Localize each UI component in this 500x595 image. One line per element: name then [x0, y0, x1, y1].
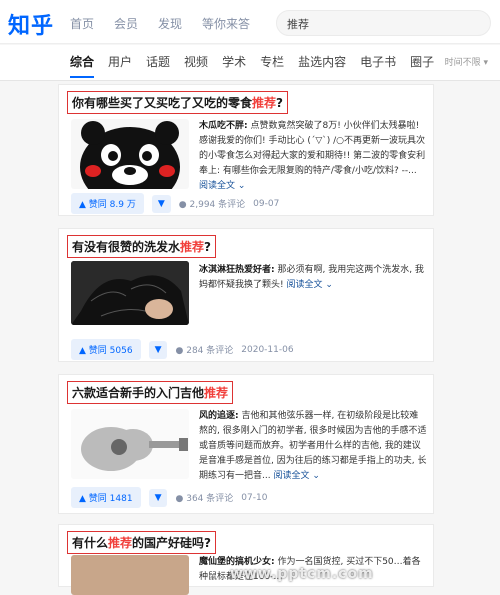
comments-link[interactable]: ● 284 条评论	[175, 343, 233, 356]
result-actions: ▲ 赞同 1481 ▼ ● 364 条评论 07-10	[71, 487, 267, 508]
search-result-card: 六款适合新手的入门吉他推荐 风的追逐: 吉他和其他弦乐器一样, 在初级阶段是比较…	[58, 374, 434, 514]
result-actions: ▲ 赞同 5056 ▼ ● 284 条评论 2020-11-06	[71, 339, 294, 360]
author-name[interactable]: 冰淇淋狂热爱好者:	[199, 265, 275, 275]
zhihu-logo[interactable]: 知乎	[8, 8, 54, 40]
result-title[interactable]: 六款适合新手的入门吉他推荐	[67, 381, 234, 404]
result-title[interactable]: 你有哪些买了又买吃了又吃的零食推荐?	[67, 91, 288, 114]
comment-icon: ●	[175, 346, 184, 356]
main-nav: 首页 会员 发现 等你来答	[70, 15, 250, 32]
result-title[interactable]: 有什么推荐的国产好硅吗?	[67, 531, 216, 554]
upvote-button[interactable]: ▲ 赞同 1481	[71, 487, 141, 508]
search-tabbar: 综合 用户 话题 视频 学术 专栏 盐选内容 电子书 圈子 时间不限 ▾	[0, 45, 500, 81]
tab-users[interactable]: 用户	[108, 53, 132, 78]
downvote-button[interactable]: ▼	[151, 194, 171, 213]
search-result-card: 你有哪些买了又买吃了又吃的零食推荐? 木瓜吃不胖: 点赞数竟然突破了8万! 小伙…	[58, 84, 434, 216]
result-excerpt: 木瓜吃不胖: 点赞数竟然突破了8万! 小伙伴们太残暴啦! 感谢我爱的你们! 手动…	[199, 121, 426, 191]
read-more-link[interactable]: 阅读全文 ⌄	[199, 181, 245, 191]
result-thumbnail[interactable]	[71, 409, 189, 479]
tab-ebooks[interactable]: 电子书	[360, 53, 396, 78]
search-input[interactable]: 推荐	[276, 10, 491, 36]
nav-discover[interactable]: 发现	[158, 15, 182, 32]
search-result-card: 有没有很赞的洗发水推荐? 冰淇淋狂热爱好者: 那必须有啊, 我用完这两个洗发水,…	[58, 228, 434, 362]
watermark: www.pptcm.com	[230, 566, 374, 582]
result-date: 07-10	[241, 492, 268, 503]
result-date: 09-07	[253, 198, 280, 209]
result-thumbnail[interactable]	[71, 261, 189, 325]
result-title[interactable]: 有没有很赞的洗发水推荐?	[67, 235, 216, 258]
comment-icon: ●	[178, 200, 187, 210]
upvote-button[interactable]: ▲ 赞同 8.9 万	[71, 193, 144, 214]
comment-icon: ●	[175, 494, 184, 504]
result-actions: ▲ 赞同 8.9 万 ▼ ● 2,994 条评论 09-07	[71, 193, 279, 214]
tab-columns[interactable]: 专栏	[260, 53, 284, 78]
author-name[interactable]: 风的追逐:	[199, 411, 239, 421]
tab-all[interactable]: 综合	[70, 53, 95, 78]
tab-academic[interactable]: 学术	[222, 53, 246, 78]
comments-link[interactable]: ● 364 条评论	[175, 491, 233, 504]
result-thumbnail[interactable]	[71, 119, 189, 189]
time-filter-select[interactable]: 时间不限 ▾	[445, 55, 488, 68]
nav-vip[interactable]: 会员	[114, 15, 138, 32]
tab-salt-content[interactable]: 盐选内容	[298, 53, 346, 78]
comments-link[interactable]: ● 2,994 条评论	[179, 197, 245, 210]
author-name[interactable]: 木瓜吃不胖:	[199, 121, 248, 131]
nav-waiting-answers[interactable]: 等你来答	[202, 15, 250, 32]
tab-circles[interactable]: 圈子	[410, 53, 434, 78]
tab-videos[interactable]: 视频	[184, 53, 208, 78]
read-more-link[interactable]: 阅读全文 ⌄	[273, 471, 319, 481]
nav-home[interactable]: 首页	[70, 15, 94, 32]
downvote-button[interactable]: ▼	[148, 340, 168, 359]
result-thumbnail[interactable]	[71, 555, 189, 595]
result-excerpt: 冰淇淋狂热爱好者: 那必须有啊, 我用完这两个洗发水, 我妈都怀疑我换了颗头! …	[199, 265, 424, 290]
result-excerpt: 风的追逐: 吉他和其他弦乐器一样, 在初级阶段是比较难熬的, 很多刚入门的初学者…	[199, 411, 427, 481]
downvote-button[interactable]: ▼	[148, 488, 168, 507]
result-date: 2020-11-06	[241, 344, 294, 355]
read-more-link[interactable]: 阅读全文 ⌄	[286, 280, 332, 290]
tab-topics[interactable]: 话题	[146, 53, 170, 78]
upvote-button[interactable]: ▲ 赞同 5056	[71, 339, 141, 360]
top-header: 知乎 首页 会员 发现 等你来答 推荐	[0, 0, 500, 44]
